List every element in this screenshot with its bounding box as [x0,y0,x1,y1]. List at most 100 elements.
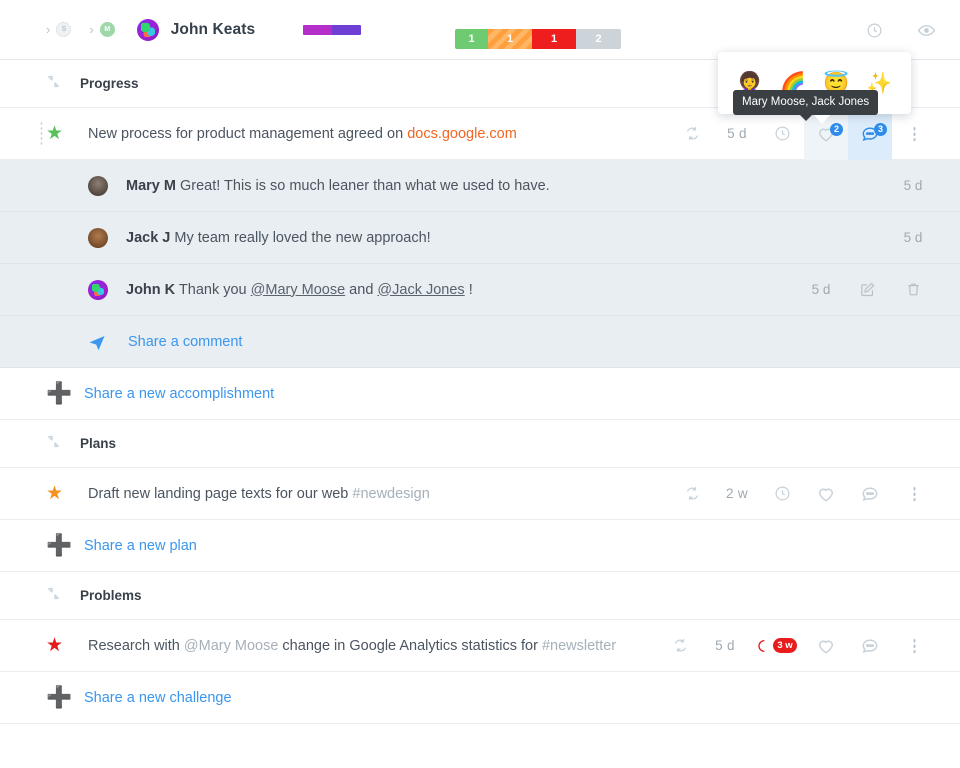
task-title-text: Draft new landing page texts for our web [88,485,353,502]
comment-time: 5 d [903,230,923,245]
status-summary-bar[interactable]: 1 1 1 2 [455,29,621,49]
task-due-time: 5 d [715,638,735,653]
status-star-icon[interactable]: ★ [46,484,66,503]
plus-icon: ➕ [46,534,73,557]
comment-body-3: ! [464,281,473,298]
breadcrumb-chevron-icon: › [46,22,51,37]
avatar[interactable] [136,18,159,41]
repeat-task-icon[interactable] [670,108,714,160]
mention-mary-moose[interactable]: @Mary Moose [251,282,346,298]
progress-chip [303,24,362,35]
due-clock-icon[interactable] [760,108,804,160]
status-segment-green[interactable]: 1 [455,29,488,49]
status-segment-gray[interactable]: 2 [576,29,621,49]
section-header-problems[interactable]: Problems [0,572,960,620]
page-title: John Keats [170,20,256,38]
breadcrumb-chevron-icon-2: › [89,22,94,37]
section-title: Plans [80,436,117,451]
comment-actions: 5 d [798,264,936,316]
app-root: › S › M John Keats 1 1 1 2 Progress ★ Ne… [0,0,960,768]
comment-time: 5 d [903,178,923,193]
profile-header: › S › M John Keats 1 1 1 2 [0,0,960,60]
share-a-comment-button[interactable]: Share a comment [0,316,960,368]
task-title-text: New process for product management agree… [88,125,408,142]
collapse-arrows-icon[interactable] [46,586,62,606]
header-actions [866,0,936,60]
history-clock-icon[interactable] [866,22,883,39]
comment-author: John K [126,281,176,298]
overdue-badge[interactable]: 3 w [748,620,804,672]
drag-handle-icon[interactable] [40,120,43,147]
section-title: Problems [80,588,142,603]
comment-button[interactable]: 3 [848,107,892,160]
repeat-task-icon[interactable] [658,620,702,672]
mention-jack-jones[interactable]: @Jack Jones [377,282,464,298]
task-mention[interactable]: @Mary Moose [184,638,279,654]
task-title: New process for product management agree… [88,126,517,142]
comment-actions: 5 d [890,212,936,264]
comment-text: John K Thank you @Mary Moose and @Jack J… [126,282,473,298]
breadcrumb-team[interactable]: M [99,22,115,37]
collapse-arrows-icon[interactable] [46,74,62,94]
comment-button[interactable] [848,468,892,520]
share-plan-label: Share a new plan [84,537,197,554]
like-button[interactable] [804,468,848,520]
task-due-time: 2 w [726,486,748,501]
section-title: Progress [80,76,139,91]
kebab-menu-icon [912,126,916,141]
overdue-count: 3 w [773,638,797,653]
row-overflow-menu[interactable] [892,108,936,160]
table-row[interactable]: ★ Research with @Mary Moose change in Go… [0,620,960,672]
comment-actions: 5 d [890,160,936,212]
comment-body: Great! This is so much leaner than what … [175,177,550,194]
row-actions: 2 w [670,468,936,520]
status-star-icon[interactable]: ★ [46,636,66,655]
row-overflow-menu[interactable] [892,620,936,672]
like-count-badge: 2 [830,122,843,136]
comment-body: My team really loved the new approach! [170,229,431,246]
like-button[interactable] [804,620,848,672]
list-item[interactable]: Mary M Great! This is so much leaner tha… [0,160,960,212]
comment-text: Mary M Great! This is so much leaner tha… [126,178,550,194]
edit-comment-icon[interactable] [844,264,890,316]
comment-button[interactable] [848,620,892,672]
collapse-arrows-icon[interactable] [46,434,62,454]
status-segment-orange[interactable]: 1 [488,29,532,49]
breadcrumb: › S › M [46,22,115,37]
breadcrumb-company[interactable]: S [56,22,72,37]
share-challenge-label: Share a new challenge [84,689,232,706]
share-new-plan-button[interactable]: ➕ Share a new plan [0,520,960,572]
status-star-icon[interactable]: ★ [46,124,66,143]
list-item[interactable]: Jack J My team really loved the new appr… [0,212,960,264]
paper-plane-icon [88,333,108,351]
share-accomplishment-label: Share a new accomplishment [84,385,275,402]
user-block[interactable]: John Keats [136,18,256,41]
task-due-time: 5 d [727,126,747,141]
avatar[interactable] [88,279,108,300]
avatar[interactable] [88,175,108,196]
task-title: Research with @Mary Moose change in Goog… [88,638,616,654]
comment-body-2: and [345,281,378,298]
share-comment-label: Share a comment [128,333,243,350]
task-title-text-2: change in Google Analytics statistics fo… [278,637,542,654]
comment-author: Jack J [126,229,171,246]
row-overflow-menu[interactable] [892,468,936,520]
kebab-menu-icon [912,638,916,653]
plus-icon: ➕ [46,686,73,709]
row-actions: 5 d 3 w [658,620,936,672]
table-row[interactable]: ★ Draft new landing page texts for our w… [0,468,960,520]
delete-comment-icon[interactable] [890,264,936,316]
due-clock-icon[interactable] [760,468,804,520]
eye-visibility-icon[interactable] [917,21,936,40]
list-item[interactable]: John K Thank you @Mary Moose and @Jack J… [0,264,960,316]
share-new-accomplishment-button[interactable]: ➕ Share a new accomplishment [0,368,960,420]
task-link[interactable]: docs.google.com [407,126,517,142]
popover-tail [813,114,831,124]
task-hashtag[interactable]: #newdesign [352,486,429,502]
share-new-challenge-button[interactable]: ➕ Share a new challenge [0,672,960,724]
avatar[interactable] [88,227,108,248]
repeat-task-icon[interactable] [670,468,714,520]
status-segment-red[interactable]: 1 [532,29,576,49]
section-header-plans[interactable]: Plans [0,420,960,468]
task-hashtag[interactable]: #newsletter [542,638,616,654]
